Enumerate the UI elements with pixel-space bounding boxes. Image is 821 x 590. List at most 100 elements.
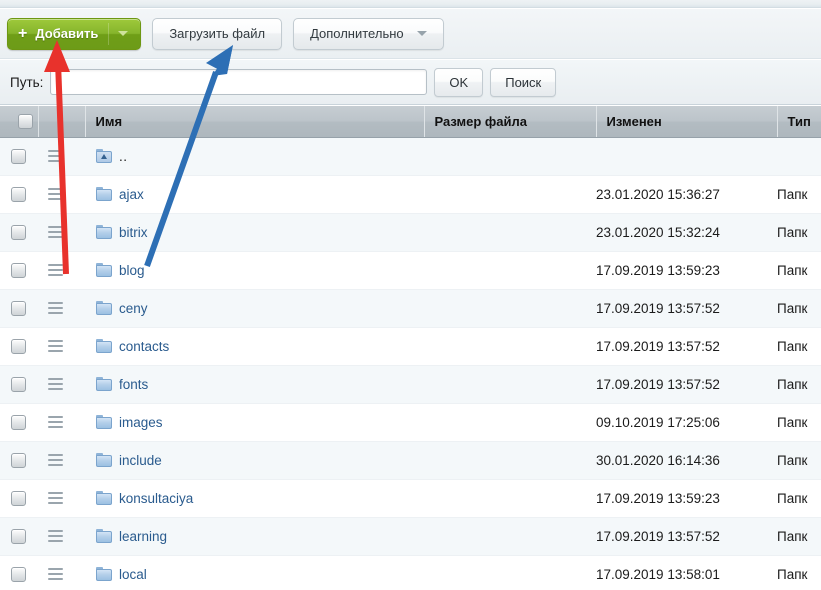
row-checkbox[interactable] xyxy=(11,453,26,468)
row-menu-cell[interactable] xyxy=(38,365,85,403)
row-menu-cell[interactable] xyxy=(38,403,85,441)
path-input[interactable] xyxy=(50,69,427,95)
file-name-link[interactable]: blog xyxy=(119,263,145,278)
upload-file-button[interactable]: Загрузить файл xyxy=(152,18,282,50)
row-select-cell[interactable] xyxy=(0,365,38,403)
hamburger-menu-icon[interactable] xyxy=(48,530,63,542)
search-button[interactable]: Поиск xyxy=(490,68,556,97)
row-checkbox[interactable] xyxy=(11,377,26,392)
row-checkbox[interactable] xyxy=(11,187,26,202)
table-row[interactable]: .. xyxy=(0,137,821,175)
row-name-cell[interactable]: bitrix xyxy=(85,213,424,251)
row-checkbox[interactable] xyxy=(11,263,26,278)
table-row[interactable]: blog17.09.2019 13:59:23Папк xyxy=(0,251,821,289)
file-name-link[interactable]: fonts xyxy=(119,377,148,392)
row-menu-cell[interactable] xyxy=(38,479,85,517)
hamburger-menu-icon[interactable] xyxy=(48,188,63,200)
table-row[interactable]: contacts17.09.2019 13:57:52Папк xyxy=(0,327,821,365)
row-select-cell[interactable] xyxy=(0,441,38,479)
more-button[interactable]: Дополнительно xyxy=(293,18,444,50)
table-row[interactable]: local17.09.2019 13:58:01Папк xyxy=(0,555,821,590)
row-name-cell[interactable]: fonts xyxy=(85,365,424,403)
file-name-link[interactable]: ceny xyxy=(119,301,148,316)
row-name-cell[interactable]: images xyxy=(85,403,424,441)
file-name-link[interactable]: ajax xyxy=(119,187,144,202)
file-name-link[interactable]: konsultaciya xyxy=(119,491,193,506)
table-row[interactable]: konsultaciya17.09.2019 13:59:23Папк xyxy=(0,479,821,517)
row-select-cell[interactable] xyxy=(0,555,38,590)
row-name-cell[interactable]: contacts xyxy=(85,327,424,365)
ok-button[interactable]: OK xyxy=(434,68,483,97)
row-select-cell[interactable] xyxy=(0,403,38,441)
row-select-cell[interactable] xyxy=(0,175,38,213)
row-name-cell[interactable]: konsultaciya xyxy=(85,479,424,517)
row-name-cell[interactable]: blog xyxy=(85,251,424,289)
row-menu-cell[interactable] xyxy=(38,327,85,365)
row-checkbox[interactable] xyxy=(11,491,26,506)
hamburger-menu-icon[interactable] xyxy=(48,150,63,162)
table-row[interactable]: ajax23.01.2020 15:36:27Папк xyxy=(0,175,821,213)
row-select-cell[interactable] xyxy=(0,289,38,327)
hamburger-menu-icon[interactable] xyxy=(48,264,63,276)
chevron-down-icon[interactable] xyxy=(417,31,427,36)
row-date-cell: 17.09.2019 13:57:52 xyxy=(596,365,777,403)
hamburger-menu-icon[interactable] xyxy=(48,302,63,314)
file-name-link[interactable]: learning xyxy=(119,529,167,544)
column-header-select-all[interactable] xyxy=(0,106,38,137)
hamburger-menu-icon[interactable] xyxy=(48,568,63,580)
row-select-cell[interactable] xyxy=(0,517,38,555)
file-list-container[interactable]: Имя Размер файла Изменен Тип .. ajax23.01… xyxy=(0,106,821,590)
table-row[interactable]: learning17.09.2019 13:57:52Папк xyxy=(0,517,821,555)
select-all-checkbox[interactable] xyxy=(18,114,33,129)
row-select-cell[interactable] xyxy=(0,213,38,251)
row-checkbox[interactable] xyxy=(11,301,26,316)
row-name-cell[interactable]: include xyxy=(85,441,424,479)
table-row[interactable]: bitrix23.01.2020 15:32:24Папк xyxy=(0,213,821,251)
row-checkbox[interactable] xyxy=(11,339,26,354)
row-menu-cell[interactable] xyxy=(38,213,85,251)
row-checkbox[interactable] xyxy=(11,529,26,544)
row-checkbox[interactable] xyxy=(11,149,26,164)
row-select-cell[interactable] xyxy=(0,137,38,175)
hamburger-menu-icon[interactable] xyxy=(48,416,63,428)
row-checkbox[interactable] xyxy=(11,225,26,240)
row-name-cell[interactable]: local xyxy=(85,555,424,590)
row-name-cell[interactable]: ceny xyxy=(85,289,424,327)
hamburger-menu-icon[interactable] xyxy=(48,378,63,390)
file-name-link[interactable]: images xyxy=(119,415,163,430)
row-checkbox[interactable] xyxy=(11,415,26,430)
row-menu-cell[interactable] xyxy=(38,251,85,289)
row-menu-cell[interactable] xyxy=(38,289,85,327)
row-menu-cell[interactable] xyxy=(38,555,85,590)
row-name-cell[interactable]: learning xyxy=(85,517,424,555)
row-name-cell[interactable]: .. xyxy=(85,137,424,175)
column-header-type[interactable]: Тип xyxy=(777,106,821,137)
row-select-cell[interactable] xyxy=(0,251,38,289)
column-header-size[interactable]: Размер файла xyxy=(424,106,596,137)
file-name-link[interactable]: contacts xyxy=(119,339,169,354)
file-name-link[interactable]: include xyxy=(119,453,162,468)
column-header-date[interactable]: Изменен xyxy=(596,106,777,137)
row-menu-cell[interactable] xyxy=(38,517,85,555)
table-row[interactable]: include30.01.2020 16:14:36Папк xyxy=(0,441,821,479)
add-button[interactable]: + Добавить xyxy=(7,18,141,50)
table-row[interactable]: images09.10.2019 17:25:06Папк xyxy=(0,403,821,441)
row-menu-cell[interactable] xyxy=(38,137,85,175)
row-select-cell[interactable] xyxy=(0,327,38,365)
file-name-link[interactable]: bitrix xyxy=(119,225,148,240)
file-name-link[interactable]: local xyxy=(119,567,147,582)
hamburger-menu-icon[interactable] xyxy=(48,340,63,352)
row-name-cell[interactable]: ajax xyxy=(85,175,424,213)
row-menu-cell[interactable] xyxy=(38,441,85,479)
column-header-name[interactable]: Имя xyxy=(85,106,424,137)
hamburger-menu-icon[interactable] xyxy=(48,454,63,466)
hamburger-menu-icon[interactable] xyxy=(48,492,63,504)
file-name-link[interactable]: .. xyxy=(119,149,128,164)
hamburger-menu-icon[interactable] xyxy=(48,226,63,238)
table-row[interactable]: fonts17.09.2019 13:57:52Папк xyxy=(0,365,821,403)
chevron-down-icon[interactable] xyxy=(118,31,128,36)
row-menu-cell[interactable] xyxy=(38,175,85,213)
row-select-cell[interactable] xyxy=(0,479,38,517)
table-row[interactable]: ceny17.09.2019 13:57:52Папк xyxy=(0,289,821,327)
row-checkbox[interactable] xyxy=(11,567,26,582)
